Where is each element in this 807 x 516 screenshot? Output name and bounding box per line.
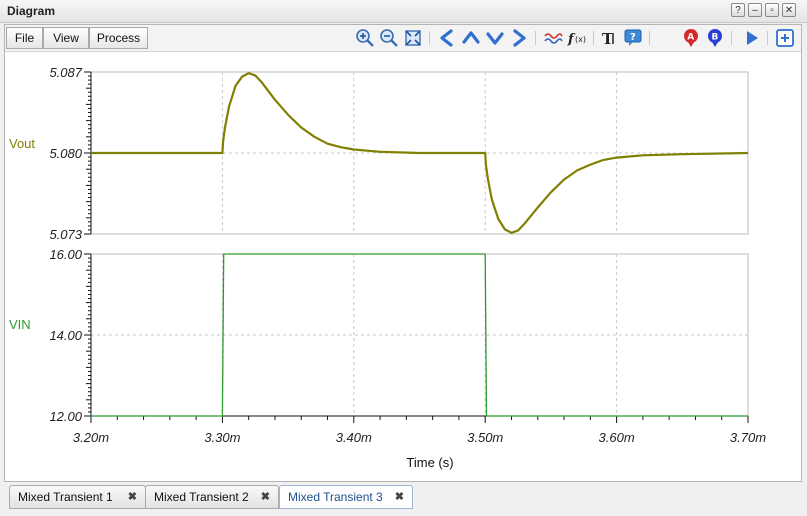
run-icon[interactable]: [742, 28, 762, 48]
toolbar: File View Process f (x) T ? A B: [5, 25, 801, 52]
window-title-bar: Diagram ? – ▫ ✕: [0, 0, 807, 23]
arrow-up-icon[interactable]: [461, 28, 481, 48]
close-button[interactable]: ✕: [782, 3, 796, 17]
function-icon[interactable]: f (x): [567, 28, 587, 48]
text-icon[interactable]: T: [599, 28, 619, 48]
toolbar-separator: [593, 31, 594, 45]
cursor-a-icon[interactable]: A: [681, 28, 701, 48]
y-tick-label: 12.00: [49, 409, 82, 424]
vout-chart: 5.087 5.080 5.073 Vout: [9, 65, 749, 242]
toolbar-separator: [429, 31, 430, 45]
tab-label: Mixed Transient 2: [154, 490, 249, 504]
process-menu[interactable]: Process: [89, 27, 148, 49]
x-tick-label: 3.50m: [467, 430, 503, 445]
svg-text:B: B: [712, 33, 719, 43]
y-axis-label: VIN: [9, 317, 31, 332]
x-axis-label: Time (s): [406, 455, 453, 470]
help-button[interactable]: ?: [731, 3, 745, 17]
tab-bar: Mixed Transient 1 ✖ Mixed Transient 2 ✖ …: [5, 483, 801, 513]
y-tick-label: 5.073: [49, 227, 82, 242]
y-tick-label: 5.087: [49, 65, 82, 80]
toolbar-separator: [767, 31, 768, 45]
zoom-out-icon[interactable]: [379, 28, 399, 48]
svg-text:A: A: [687, 33, 694, 43]
help-comment-icon[interactable]: ?: [623, 28, 643, 48]
maximize-button[interactable]: ▫: [765, 3, 779, 17]
view-menu[interactable]: View: [43, 27, 89, 49]
tab-label: Mixed Transient 1: [18, 490, 113, 504]
y-tick-label: 16.00: [49, 247, 82, 262]
window-title: Diagram: [7, 4, 56, 18]
svg-text:(x): (x): [575, 35, 586, 44]
toolbar-separator: [649, 31, 650, 45]
toolbar-separator: [535, 31, 536, 45]
y-tick-label: 5.080: [49, 146, 82, 161]
y-axis-label: Vout: [9, 136, 35, 151]
cursor-b-icon[interactable]: B: [705, 28, 725, 48]
zoom-in-icon[interactable]: [355, 28, 375, 48]
tab-label: Mixed Transient 3: [288, 490, 383, 504]
x-tick-label: 3.70m: [730, 430, 766, 445]
minimize-button[interactable]: –: [748, 3, 762, 17]
toolbar-separator: [731, 31, 732, 45]
svg-text:?: ?: [630, 32, 636, 43]
x-tick-label: 3.20m: [73, 430, 109, 445]
vin-chart: 16.00 14.00 12.00 VIN 3.20m 3.30m 3.40m 3.50m 3.…: [9, 247, 766, 445]
tab-close-icon[interactable]: ✖: [395, 486, 404, 508]
y-tick-label: 14.00: [49, 328, 82, 343]
tab-mixed-transient-2[interactable]: Mixed Transient 2 ✖: [145, 485, 279, 509]
x-tick-label: 3.60m: [599, 430, 635, 445]
arrow-left-icon[interactable]: [437, 28, 457, 48]
add-icon[interactable]: [775, 28, 795, 48]
x-tick-label: 3.40m: [336, 430, 372, 445]
arrow-right-icon[interactable]: [509, 28, 529, 48]
waveform-icon[interactable]: [543, 28, 563, 48]
tab-mixed-transient-3[interactable]: Mixed Transient 3 ✖: [279, 485, 413, 509]
zoom-fit-icon[interactable]: [403, 28, 423, 48]
tab-mixed-transient-1[interactable]: Mixed Transient 1 ✖: [9, 485, 146, 509]
diagram-plot[interactable]: 5.087 5.080 5.073 Vout 16.00 14.00 12.00 VIN 3.…: [5, 52, 801, 482]
x-tick-label: 3.30m: [204, 430, 240, 445]
tab-close-icon[interactable]: ✖: [128, 486, 137, 508]
tab-close-icon[interactable]: ✖: [261, 486, 270, 508]
arrow-down-icon[interactable]: [485, 28, 505, 48]
file-menu[interactable]: File: [6, 27, 43, 49]
